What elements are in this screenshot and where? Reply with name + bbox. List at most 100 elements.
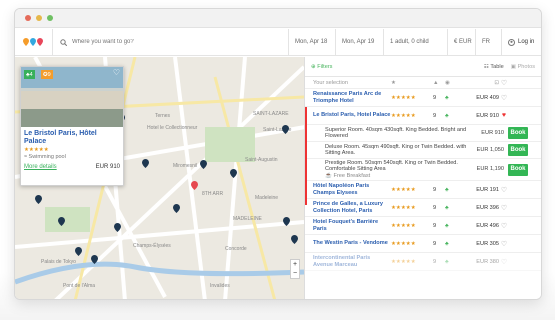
hotel-price: EUR 396 <box>476 204 499 211</box>
more-details-link[interactable]: More details <box>24 164 57 170</box>
hotel-row[interactable]: Intercontinental Paris Avenue Marceau ★★… <box>305 253 541 271</box>
hotel-row[interactable]: The Westin Paris - Vendome ★★★★★ 9 ♣ EUR… <box>305 235 541 253</box>
heart-icon[interactable]: ♡ <box>499 222 509 230</box>
filters-button[interactable]: ⊕ Filters <box>311 64 332 70</box>
map-label-palais: Palais de Tokyo <box>41 259 76 265</box>
hotel-pin[interactable] <box>91 255 98 264</box>
eco-icon: ♣ <box>445 258 449 265</box>
language-select[interactable]: FR <box>476 29 502 55</box>
hotel-pin[interactable] <box>75 247 82 256</box>
hotel-name[interactable]: Renaissance Paris Arc de Triomphe Hotel <box>313 91 391 104</box>
room-row: Superior Room. 40sqm 430sqft. King Bedde… <box>305 125 541 142</box>
hotel-row[interactable]: Hôtel Napoléon Paris Champs Elysees ★★★★… <box>305 181 541 199</box>
room-row: Deluxe Room. 45sqm 490sqft. King or Twin… <box>305 142 541 159</box>
guests-select[interactable]: 1 adult, 0 child <box>384 29 448 55</box>
hotel-pin[interactable] <box>58 217 65 226</box>
logo[interactable] <box>15 29 53 55</box>
room-price: EUR 1,190 <box>476 166 504 173</box>
book-button[interactable]: Book <box>508 163 528 176</box>
hotel-score: 9 <box>433 186 437 193</box>
hotel-price: EUR 910 <box>476 112 499 119</box>
hotel-pin[interactable] <box>114 223 121 232</box>
checkin-date[interactable]: Mon, Apr 18 <box>289 29 336 55</box>
hotel-row[interactable]: Prince de Galles, a Luxury Collection Ho… <box>305 199 541 217</box>
book-button[interactable]: Book <box>508 127 528 139</box>
heart-icon[interactable]: ♡ <box>499 186 509 194</box>
selected-indicator <box>305 107 307 125</box>
top-bar: Mon, Apr 18 Mon, Apr 19 1 adult, 0 child… <box>15 29 541 56</box>
hotel-name[interactable]: The Westin Paris - Vendome <box>313 240 391 247</box>
zoom-control[interactable]: + − <box>290 259 300 279</box>
currency-select[interactable]: € EUR <box>448 29 476 55</box>
hotel-row-selected[interactable]: Le Bristol Paris, Hotel Palace ★★★★★ 9 ♣… <box>305 107 541 125</box>
maximize-dot[interactable] <box>47 15 53 21</box>
hotel-price: EUR 305 <box>476 240 499 247</box>
star-rating: ★★★★★ <box>24 147 49 153</box>
hotel-price: EUR 191 <box>476 186 499 193</box>
hotel-score: 9 <box>433 204 437 211</box>
room-description-with-breakfast: Prestige Room. 50sqm 540sqft. King or Tw… <box>325 160 470 180</box>
heart-icon[interactable]: ♡ <box>499 204 509 212</box>
checkout-date[interactable]: Mon, Apr 19 <box>336 29 384 55</box>
map-view[interactable]: Ternes Hotel le Collectionneur SAINT-LAZ… <box>15 57 304 299</box>
login-link[interactable]: Log in <box>502 38 535 46</box>
heart-icon[interactable]: ♡ <box>499 240 509 248</box>
breakfast-note: ☕ Free Breakfast <box>325 172 371 179</box>
heart-icon[interactable]: ♥ <box>499 112 509 119</box>
main-area: Ternes Hotel le Collectionneur SAINT-LAZ… <box>15 57 541 299</box>
book-button[interactable]: Book <box>508 144 528 156</box>
hotel-name[interactable]: Hotel Fouquet's Barrière Paris <box>313 219 391 232</box>
hotel-pin[interactable] <box>173 204 180 213</box>
table-view-toggle[interactable]: ☷ Table <box>484 64 504 70</box>
eco-icon: ♣ <box>445 240 449 247</box>
heart-icon[interactable]: ♡ <box>499 94 509 102</box>
eco-icon: ♣ <box>445 186 449 193</box>
rating-column-icon: ▲ <box>433 79 439 86</box>
login-label: Log in <box>518 39 535 45</box>
hotel-row[interactable]: Renaissance Paris Arc de Triomphe Hotel … <box>305 89 541 107</box>
selection-header: Your selection <box>313 79 348 86</box>
hotel-price: EUR 910 <box>95 164 120 170</box>
selected-indicator <box>305 125 307 205</box>
hotel-pin[interactable] <box>230 169 237 178</box>
star-rating: ★★★★★ <box>391 112 416 119</box>
minimize-dot[interactable] <box>36 15 42 21</box>
panel-toolbar: ⊕ Filters ☷ Table ▣ Photos <box>305 57 541 77</box>
hotel-name[interactable]: Hôtel Napoléon Paris Champs Elysees <box>313 183 391 196</box>
map-label-invalides: Invalides <box>210 283 230 289</box>
star-rating: ★★★★★ <box>391 204 416 211</box>
hotel-price: EUR 496 <box>476 222 499 229</box>
close-dot[interactable] <box>25 15 31 21</box>
hotel-score: 9 <box>433 240 437 247</box>
hotel-name[interactable]: Le Bristol Paris, Hôtel Palace <box>21 127 123 146</box>
hotel-score: 9 <box>433 94 437 101</box>
search-bar[interactable] <box>53 29 289 55</box>
eco-icon: ♣ <box>445 222 449 229</box>
hotel-name[interactable]: Le Bristol Paris, Hotel Palace <box>313 112 391 119</box>
map-label-champs: Champs-Élysées <box>133 242 171 249</box>
map-label-8th-arr: 8TH ARR <box>202 191 224 197</box>
zoom-in-icon[interactable]: + <box>291 260 299 269</box>
rating-badge: ✪ 9 <box>41 70 53 79</box>
hotel-pin[interactable] <box>35 195 42 204</box>
title-bar <box>15 9 541 28</box>
hotel-name[interactable]: Prince de Galles, a Luxury Collection Ho… <box>313 201 391 214</box>
hotel-pin[interactable] <box>200 160 207 169</box>
room-description: Prestige Room. 50sqm 540sqft. King or Tw… <box>325 159 458 173</box>
hotel-pin[interactable] <box>283 217 290 226</box>
star-rating: ★★★★★ <box>391 94 416 101</box>
hotel-pin[interactable] <box>282 125 289 134</box>
hotel-pin[interactable] <box>142 159 149 168</box>
hotel-name[interactable]: Intercontinental Paris Avenue Marceau <box>313 255 391 268</box>
zoom-out-icon[interactable]: − <box>291 269 299 278</box>
hotel-row[interactable]: Hotel Fouquet's Barrière Paris ★★★★★ 9 ♣… <box>305 217 541 235</box>
room-price: EUR 910 <box>481 129 504 136</box>
favorite-column-icon: ♡ <box>500 79 508 87</box>
hotel-pin[interactable] <box>291 235 298 244</box>
selected-hotel-pin[interactable] <box>191 181 198 190</box>
heart-icon[interactable]: ♡ <box>499 258 509 266</box>
heart-icon[interactable]: ♡ <box>113 68 120 77</box>
photos-view-toggle[interactable]: ▣ Photos <box>511 64 535 70</box>
search-input[interactable] <box>72 39 272 45</box>
hotel-preview-card[interactable]: ♣ 4 ✪ 9 ♡ Le Bristol Paris, Hôtel Palace… <box>20 66 124 186</box>
